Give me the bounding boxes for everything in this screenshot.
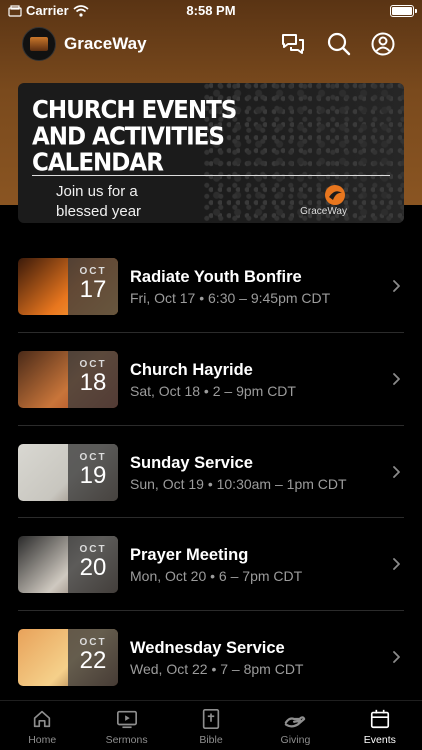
tab-label: Home — [28, 734, 57, 746]
play-video-icon — [116, 710, 137, 729]
event-title: Sunday Service — [130, 453, 253, 472]
tab-label: Sermons — [105, 734, 148, 746]
app-title: GraceWay — [64, 34, 147, 53]
chevron-right-icon — [393, 558, 400, 571]
event-datetime: Fri, Oct 17 • 6:30 – 9:45pm CDT — [130, 290, 331, 306]
banner-subtitle: Join us for a blessed year — [56, 182, 141, 222]
event-date-badge: OCT 22 — [68, 629, 118, 687]
event-datetime: Wed, Oct 22 • 7 – 8pm CDT — [130, 661, 304, 678]
event-thumbnail: OCT 18 — [18, 350, 118, 408]
event-day: 20 — [79, 554, 107, 582]
bible-icon — [202, 709, 220, 729]
event-row[interactable]: OCT 19 Sunday Service Sun, Oct 19 • 10:3… — [0, 426, 422, 519]
home-icon — [34, 710, 51, 728]
event-title: Church Hayride — [130, 360, 253, 379]
status-bar: Carrier 8:58 PM — [0, 0, 422, 22]
tab-label: Bible — [199, 734, 223, 746]
tab-label: Events — [363, 734, 396, 746]
banner-title: CHURCH EVENTS AND ACTIVITIES CALENDAR — [32, 95, 237, 178]
graceway-logo-icon — [325, 185, 345, 205]
tab-label: Giving — [280, 734, 311, 746]
event-date-badge: OCT 17 — [68, 258, 118, 315]
event-month: OCT — [79, 451, 107, 463]
tab-giving[interactable]: Giving — [253, 701, 337, 750]
event-title: Prayer Meeting — [130, 546, 249, 565]
event-day: 22 — [79, 647, 107, 675]
tab-bar: Home Sermons Bible Giving Events — [0, 700, 422, 750]
event-day: 19 — [79, 461, 107, 489]
event-date-badge: OCT 20 — [68, 536, 118, 594]
event-datetime: Sat, Oct 18 • 2 – 9pm CDT — [130, 382, 296, 399]
chevron-right-icon — [393, 465, 400, 478]
tab-events[interactable]: Events — [338, 701, 422, 750]
giving-hand-icon — [285, 716, 306, 728]
event-row[interactable]: OCT 17 Radiate Youth Bonfire Fri, Oct 17… — [0, 240, 422, 333]
tab-home[interactable]: Home — [0, 701, 84, 750]
event-date-badge: OCT 18 — [68, 350, 118, 408]
event-thumbnail: OCT 20 — [18, 536, 118, 594]
chat-icon[interactable] — [280, 31, 306, 57]
event-day: 18 — [79, 368, 107, 396]
event-datetime: Sun, Oct 19 • 10:30am – 1pm CDT — [130, 475, 347, 492]
banner-divider — [32, 175, 390, 176]
event-date-badge: OCT 19 — [68, 443, 118, 501]
banner-subtitle-line2: blessed year — [56, 203, 142, 220]
chevron-right-icon — [393, 651, 400, 664]
event-row[interactable]: OCT 18 Church Hayride Sat, Oct 18 • 2 – … — [0, 333, 422, 426]
tab-sermons[interactable]: Sermons — [84, 701, 168, 750]
banner-brand: GraceWay — [300, 206, 347, 217]
chevron-right-icon — [393, 280, 400, 292]
event-thumbnail: OCT 22 — [18, 629, 118, 687]
event-title: Radiate Youth Bonfire — [130, 268, 302, 286]
search-icon[interactable] — [326, 31, 352, 57]
event-datetime: Mon, Oct 20 • 6 – 7pm CDT — [130, 568, 303, 585]
tab-bible[interactable]: Bible — [169, 701, 253, 750]
battery-icon — [390, 5, 417, 17]
app-header: GraceWay — [0, 22, 422, 66]
logo-image — [30, 37, 48, 51]
app-logo[interactable] — [22, 27, 56, 61]
event-thumbnail: OCT 17 — [18, 258, 118, 315]
event-row[interactable]: OCT 20 Prayer Meeting Mon, Oct 20 • 6 – … — [0, 518, 422, 612]
calendar-icon — [370, 709, 389, 729]
banner-subtitle-line1: Join us for a — [56, 183, 138, 200]
event-day: 17 — [79, 276, 107, 303]
event-row[interactable]: OCT 22 Wednesday Service Wed, Oct 22 • 7… — [0, 611, 422, 704]
event-title: Wednesday Service — [130, 639, 285, 658]
status-time: 8:58 PM — [186, 3, 236, 18]
event-thumbnail: OCT 19 — [18, 443, 118, 501]
chevron-right-icon — [393, 372, 400, 385]
event-list: OCT 17 Radiate Youth Bonfire Fri, Oct 17… — [0, 240, 422, 704]
events-banner[interactable]: CHURCH EVENTS AND ACTIVITIES CALENDAR Jo… — [18, 83, 404, 223]
profile-icon[interactable] — [370, 31, 396, 57]
